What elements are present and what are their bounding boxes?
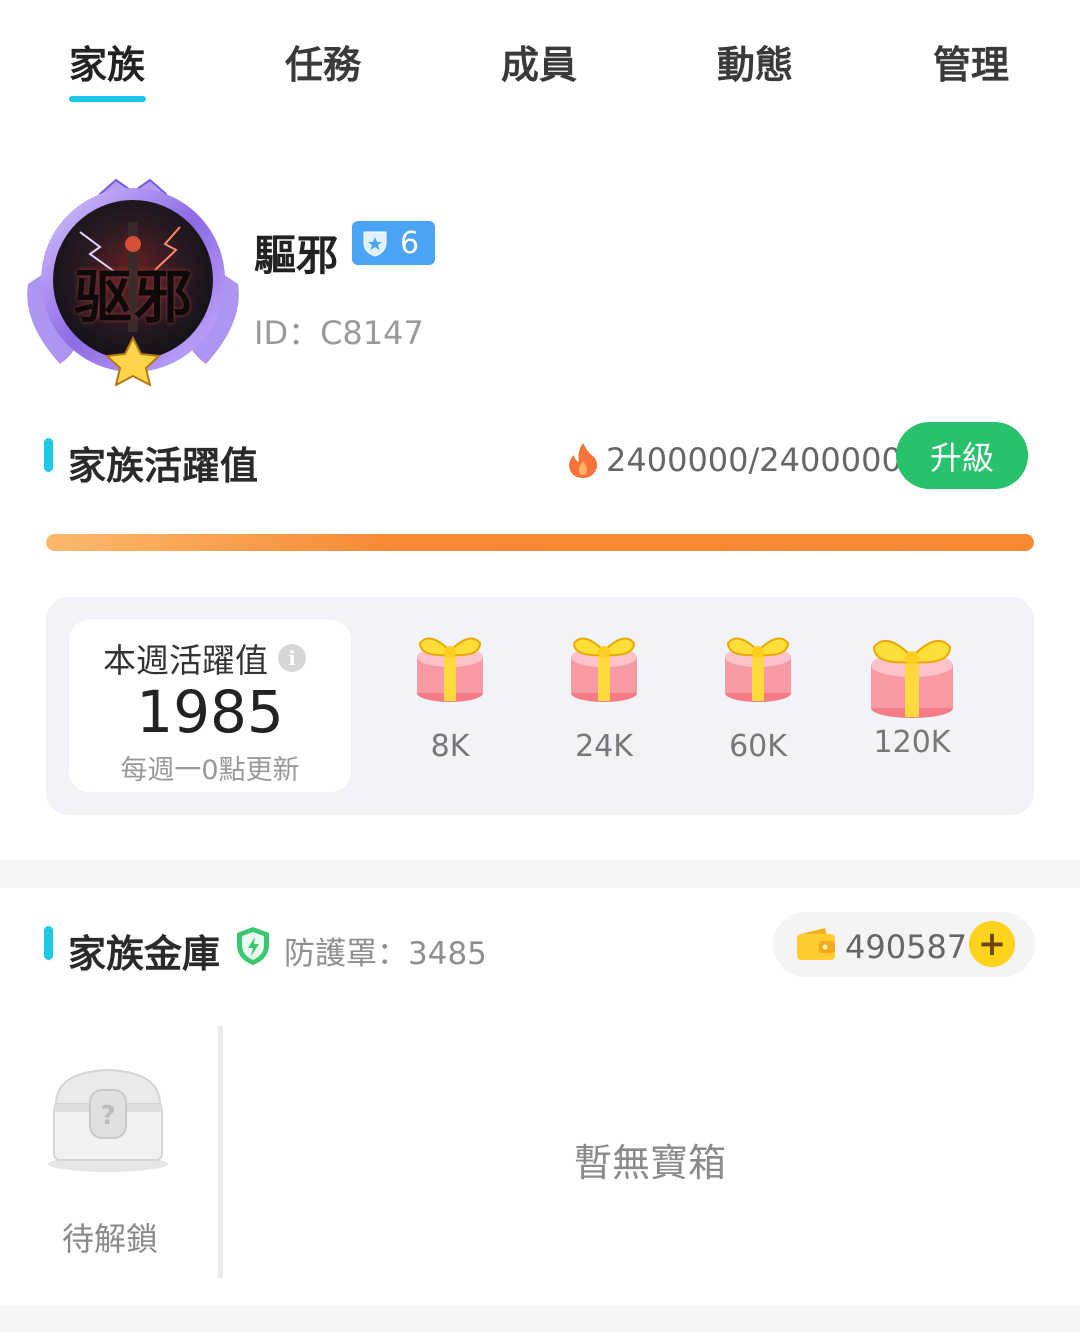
avatar-calligraphy: 驱邪 [73,263,194,331]
shield-bolt-icon[interactable] [234,925,272,967]
reward-threshold-label: 8K [430,729,470,764]
section-divider [0,860,1080,888]
gift-icon [725,637,791,702]
vault-coin-amount: 490587 [845,928,968,966]
plus-icon[interactable]: + [969,921,1015,967]
clan-name: 驅邪 [254,231,339,280]
gift-icon [571,637,637,702]
tab-activity-feed[interactable]: 動態 [685,34,825,89]
gift-icon [871,639,953,718]
weekly-activity-label: 本週活躍值 [103,641,268,680]
vault-section-title: 家族金庫 [68,932,221,976]
active-tab-indicator [69,96,146,102]
activity-total-value: 2400000/2400000 [606,441,902,479]
reward-gift-120k[interactable]: 120K [857,629,967,760]
clan-level-value: 6 [400,225,420,261]
activity-progress-bar [46,534,1034,551]
reward-gift-60k[interactable]: 60K [703,627,813,764]
svg-text:?: ? [100,1101,115,1131]
info-icon[interactable]: i [278,644,306,672]
weekly-activity-panel: 本週活躍值 i 1985 每週一0點更新 8K 24K 60K 120K [46,597,1034,815]
reward-threshold-label: 24K [575,729,633,764]
bottom-divider [0,1306,1080,1332]
gift-icon [417,637,483,702]
weekly-activity-card: 本週活躍值 i 1985 每週一0點更新 [69,620,351,792]
clan-level-badge: 6 [352,221,435,265]
chest-status-label: 待解鎖 [61,1220,158,1258]
shield-count: 防護罩：3485 [284,936,487,972]
flame-icon [569,443,598,478]
section-marker [44,438,53,472]
tab-members[interactable]: 成員 [469,34,609,89]
empty-chest-message: 暫無寶箱 [573,1141,726,1185]
weekly-activity-label-row: 本週活躍值 i [103,634,306,682]
vault-divider [218,1026,223,1278]
activity-progress-fill [46,534,1034,551]
tab-tasks[interactable]: 任務 [253,34,393,89]
wallet-icon [797,928,835,960]
tab-family[interactable]: 家族 [37,34,177,89]
reward-gift-8k[interactable]: 8K [395,627,505,764]
weekly-reset-note: 每週一0點更新 [120,755,300,786]
activity-section-title: 家族活躍值 [68,444,259,488]
section-marker [44,926,53,960]
chest-icon[interactable]: ? [46,1064,170,1174]
clan-avatar[interactable]: 驱邪 [20,172,246,387]
level-shield-icon [363,231,387,257]
reward-threshold-label: 120K [873,725,951,760]
upgrade-button[interactable]: 升級 [896,422,1028,489]
activity-total: 2400000/2400000 [566,441,902,479]
vault-coin-balance[interactable]: 490587 + [773,912,1035,977]
tab-bar: 家族 任務 成員 動態 管理 [0,0,1080,120]
weekly-activity-value: 1985 [136,678,284,746]
reward-threshold-label: 60K [729,729,787,764]
tab-manage[interactable]: 管理 [901,34,1041,89]
clan-id: ID：C8147 [254,314,424,352]
reward-gift-24k[interactable]: 24K [549,627,659,764]
